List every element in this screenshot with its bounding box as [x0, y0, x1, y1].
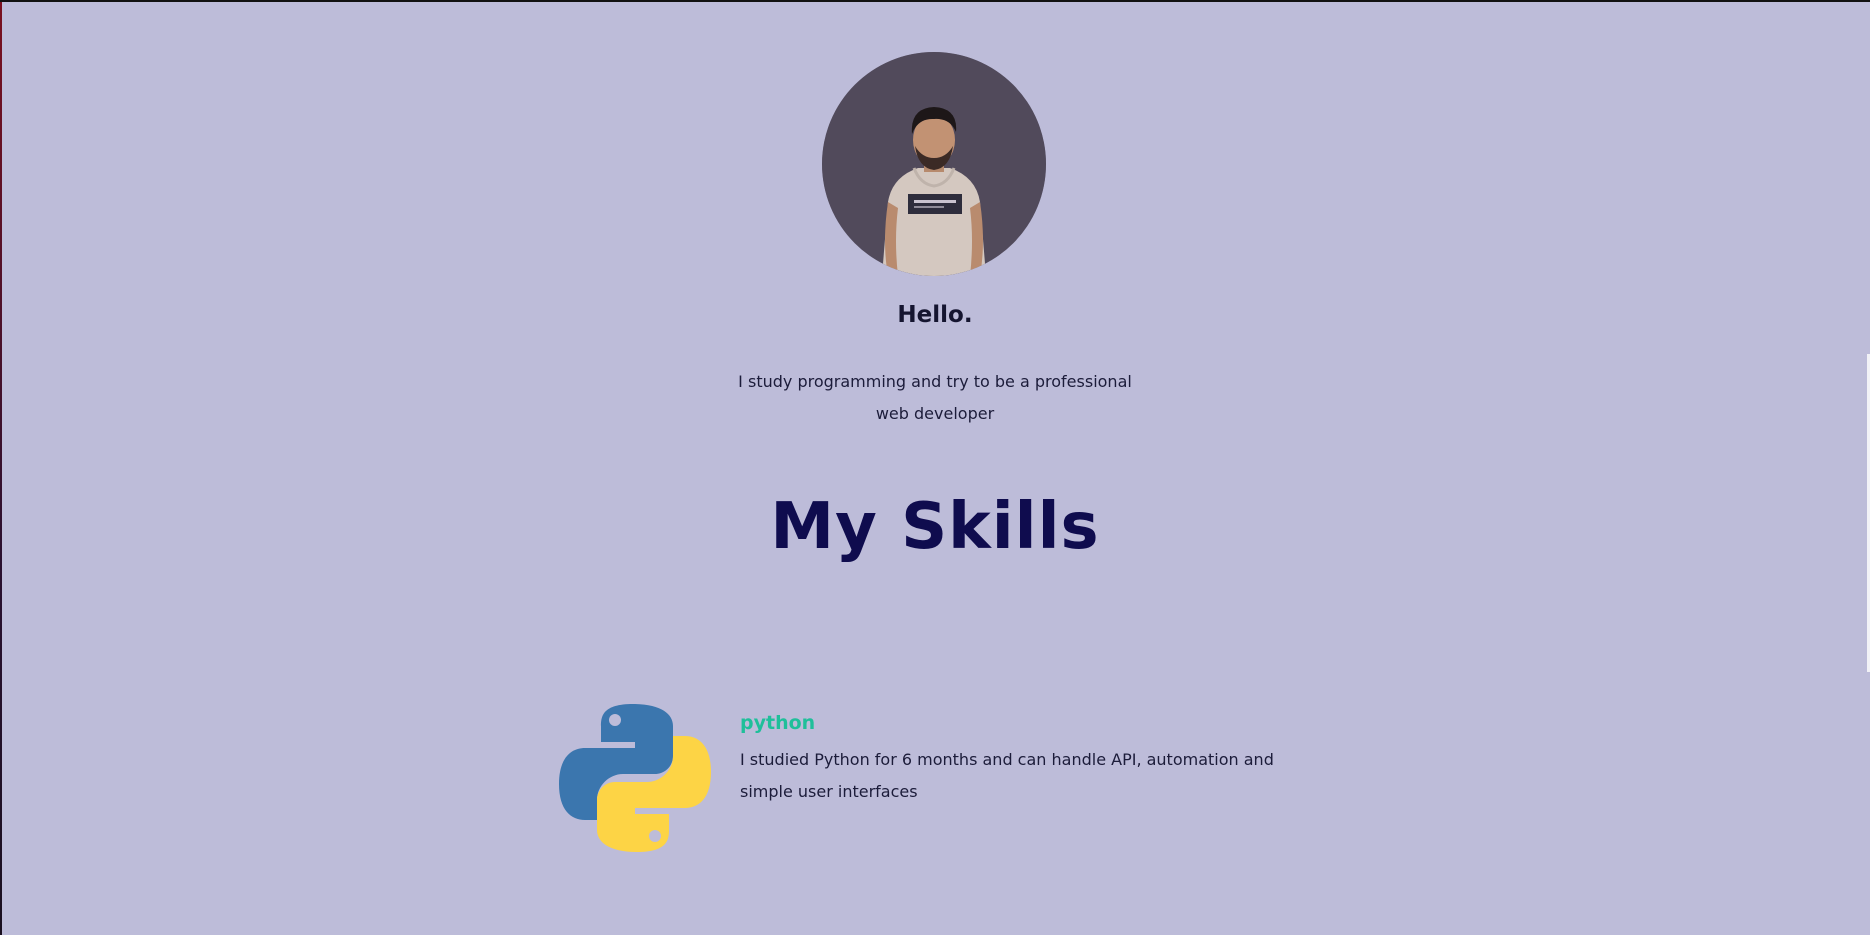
window-left-edge	[0, 2, 2, 935]
intro-text: I study programming and try to be a prof…	[738, 372, 1132, 423]
python-logo-icon	[559, 702, 711, 854]
page: Hello. I study programming and try to be…	[0, 0, 1870, 935]
greeting-heading: Hello.	[897, 302, 973, 328]
profile-photo	[822, 52, 1046, 276]
skills-heading: My Skills	[770, 490, 1100, 564]
skill-description-python: I studied Python for 6 months and can ha…	[740, 750, 1274, 801]
skill-name-python: python	[740, 712, 816, 734]
